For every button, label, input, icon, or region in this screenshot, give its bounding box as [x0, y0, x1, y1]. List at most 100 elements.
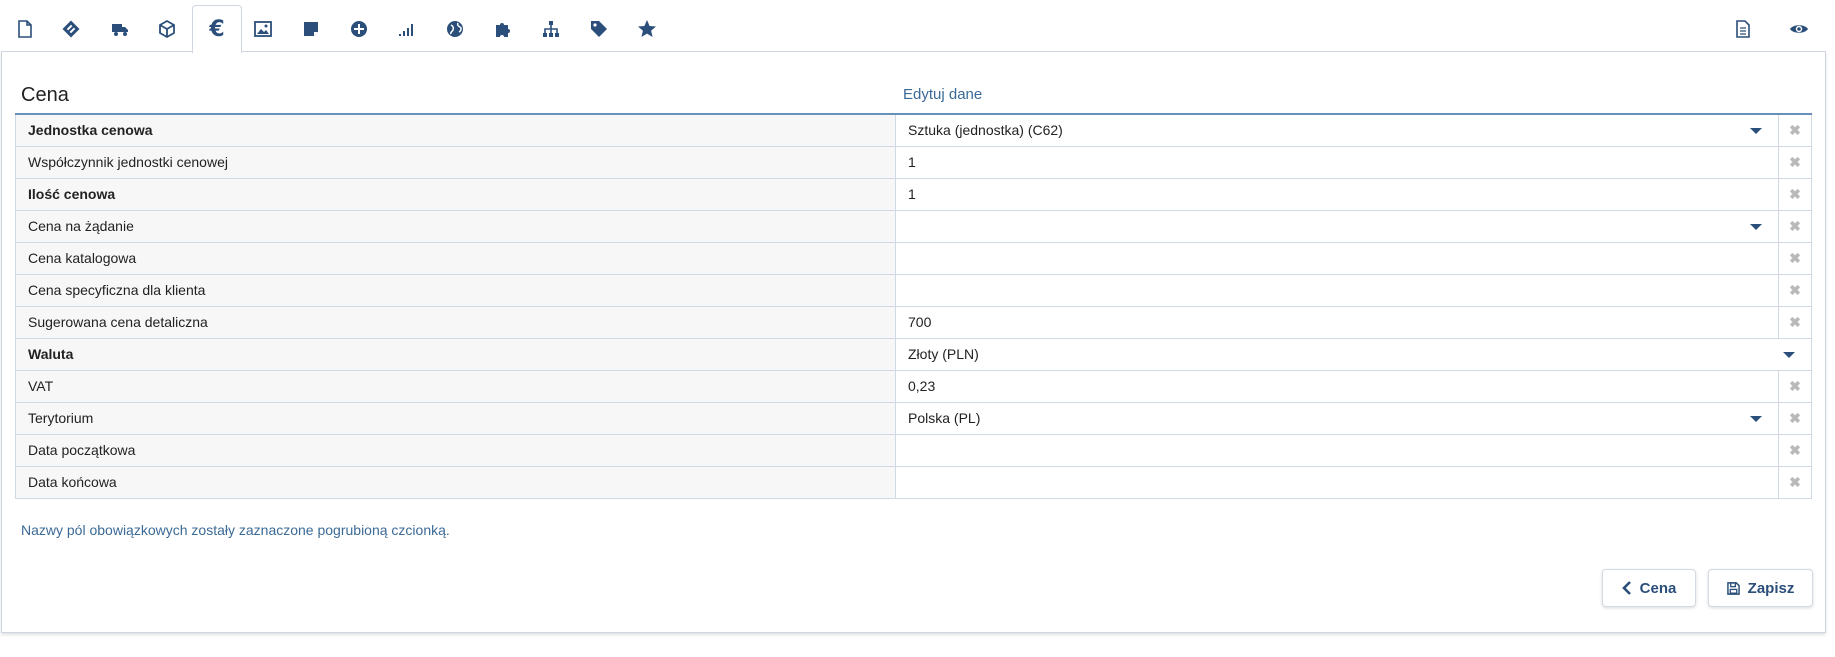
price-fields-table: Jednostka cenowa Sztuka (jednostka) (C62…: [15, 113, 1812, 499]
tab-extensions[interactable]: [478, 6, 528, 52]
field-value: 700: [908, 314, 932, 330]
field-row-retail-price: Sugerowana cena detaliczna 700 ✖: [15, 307, 1812, 339]
preview-button[interactable]: [1774, 6, 1824, 52]
field-label: Cena katalogowa: [15, 243, 896, 274]
field-label: Data końcowa: [15, 467, 896, 498]
field-row-unit-factor: Współczynnik jednostki cenowej 1 ✖: [15, 147, 1812, 179]
tab-barcode[interactable]: [46, 6, 96, 52]
chevron-down-icon[interactable]: [1783, 352, 1795, 358]
back-to-price-button[interactable]: Cena: [1602, 569, 1696, 607]
tab-logistics[interactable]: [95, 6, 145, 52]
report-button[interactable]: [1718, 6, 1768, 52]
clear-icon[interactable]: ✖: [1778, 147, 1812, 178]
tab-bar: €: [0, 0, 1835, 53]
panel-title: Cena: [21, 84, 69, 106]
globe-icon: [447, 21, 463, 37]
tab-tags[interactable]: [574, 6, 624, 52]
end-date-input[interactable]: [896, 467, 1778, 498]
clear-icon[interactable]: ✖: [1778, 275, 1812, 306]
tab-add[interactable]: [334, 6, 384, 52]
tab-favorites[interactable]: [622, 6, 672, 52]
field-row-currency: Waluta Złoty (PLN): [15, 339, 1812, 371]
tab-hierarchy[interactable]: [526, 6, 576, 52]
tab-global[interactable]: [430, 6, 480, 52]
price-on-request-select[interactable]: [896, 211, 1778, 242]
field-value: 0,23: [908, 378, 936, 394]
currency-select[interactable]: Złoty (PLN): [896, 339, 1812, 370]
field-row-start-date: Data początkowa ✖: [15, 435, 1812, 467]
field-label: Waluta: [15, 339, 896, 370]
price-quantity-input[interactable]: 1: [896, 179, 1778, 210]
field-value: 1: [908, 186, 916, 202]
chevron-down-icon[interactable]: [1750, 128, 1762, 134]
save-button-label: Zapisz: [1747, 579, 1795, 597]
field-value: Sztuka (jednostka) (C62): [908, 122, 1063, 138]
tab-levels[interactable]: [382, 6, 432, 52]
save-icon: [1726, 581, 1740, 595]
puzzle-icon: [496, 23, 510, 37]
unit-factor-input[interactable]: 1: [896, 147, 1778, 178]
tab-images[interactable]: [238, 6, 288, 52]
field-row-catalog-price: Cena katalogowa ✖: [15, 243, 1812, 275]
clear-icon[interactable]: ✖: [1778, 403, 1812, 434]
field-label: Cena na żądanie: [15, 211, 896, 242]
plus-circle-icon: [351, 21, 367, 37]
clear-icon[interactable]: ✖: [1778, 179, 1812, 210]
back-button-label: Cena: [1639, 579, 1677, 597]
clear-icon[interactable]: ✖: [1778, 243, 1812, 274]
edit-data-link[interactable]: Edytuj dane: [903, 86, 982, 103]
field-row-price-on-request: Cena na żądanie ✖: [15, 211, 1812, 243]
image-icon: [254, 21, 272, 37]
vat-input[interactable]: 0,23: [896, 371, 1778, 402]
eye-icon: [1790, 25, 1808, 33]
mandatory-fields-note: Nazwy pól obowiązkowych zostały zaznaczo…: [21, 522, 450, 538]
chevron-down-icon[interactable]: [1750, 224, 1762, 230]
report-icon: [1736, 20, 1750, 38]
price-unit-select[interactable]: Sztuka (jednostka) (C62): [896, 115, 1778, 146]
tab-notes[interactable]: [286, 6, 336, 52]
field-row-vat: VAT 0,23 ✖: [15, 371, 1812, 403]
clear-icon[interactable]: ✖: [1778, 467, 1812, 498]
barcode-icon: [62, 20, 80, 38]
save-button[interactable]: Zapisz: [1708, 569, 1813, 607]
euro-icon: €: [209, 16, 225, 42]
territory-select[interactable]: Polska (PL): [896, 403, 1778, 434]
chevron-down-icon[interactable]: [1750, 416, 1762, 422]
clear-icon[interactable]: ✖: [1778, 307, 1812, 338]
field-label: Cena specyficzna dla klienta: [15, 275, 896, 306]
star-icon: [638, 20, 656, 37]
clear-icon[interactable]: ✖: [1778, 115, 1812, 146]
retail-price-input[interactable]: 700: [896, 307, 1778, 338]
field-label: Ilość cenowa: [15, 179, 896, 210]
clear-icon[interactable]: ✖: [1778, 435, 1812, 466]
tag-icon: [591, 21, 607, 37]
customer-price-input[interactable]: [896, 275, 1778, 306]
field-label: Data początkowa: [15, 435, 896, 466]
field-value: 1: [908, 154, 916, 170]
clear-icon[interactable]: ✖: [1778, 371, 1812, 402]
tab-price[interactable]: €: [192, 5, 242, 53]
tab-package[interactable]: [142, 6, 192, 52]
field-row-territory: Terytorium Polska (PL) ✖: [15, 403, 1812, 435]
field-label: Sugerowana cena detaliczna: [15, 307, 896, 338]
note-icon: [304, 22, 318, 36]
start-date-input[interactable]: [896, 435, 1778, 466]
tab-document[interactable]: [0, 6, 50, 52]
price-panel: Cena Edytuj dane Jednostka cenowa Sztuka…: [1, 51, 1826, 633]
field-label: Współczynnik jednostki cenowej: [15, 147, 896, 178]
truck-icon: [112, 24, 128, 36]
document-icon: [18, 20, 32, 38]
field-label: VAT: [15, 371, 896, 402]
field-label: Jednostka cenowa: [15, 115, 896, 146]
chevron-left-icon: [1621, 581, 1632, 595]
field-row-end-date: Data końcowa ✖: [15, 467, 1812, 499]
field-value: Złoty (PLN): [908, 346, 979, 362]
field-row-price-quantity: Ilość cenowa 1 ✖: [15, 179, 1812, 211]
clear-icon[interactable]: ✖: [1778, 211, 1812, 242]
field-row-customer-price: Cena specyficzna dla klienta ✖: [15, 275, 1812, 307]
field-row-price-unit: Jednostka cenowa Sztuka (jednostka) (C62…: [15, 115, 1812, 147]
sitemap-icon: [543, 21, 559, 37]
cube-icon: [159, 19, 175, 39]
field-label: Terytorium: [15, 403, 896, 434]
catalog-price-input[interactable]: [896, 243, 1778, 274]
